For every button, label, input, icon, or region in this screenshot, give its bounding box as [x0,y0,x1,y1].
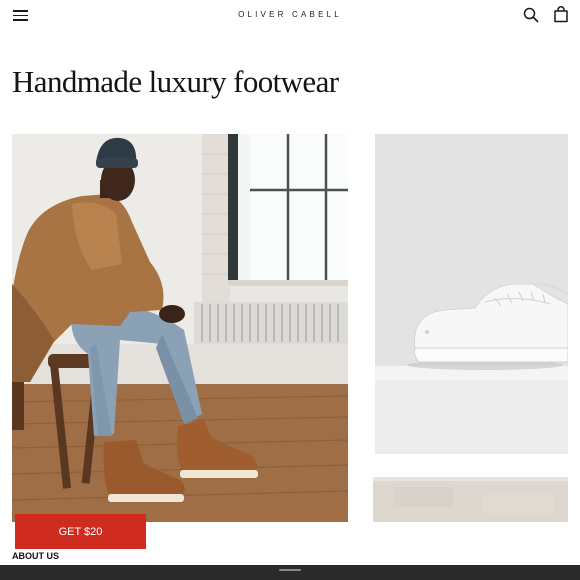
product-image[interactable] [375,134,568,454]
page-title: Handmade luxury footwear [12,64,339,99]
product-image[interactable] [373,477,568,522]
brand-logo[interactable]: OLIVER CABELL [0,10,580,19]
home-indicator[interactable] [279,569,301,571]
bottom-navigation-bar [0,565,580,580]
site-header: OLIVER CABELL [0,0,580,30]
about-us-link[interactable]: ABOUT US [12,551,59,561]
get-20-button[interactable]: GET $20 [15,514,146,549]
shopping-bag-icon[interactable] [553,6,569,23]
search-icon[interactable] [523,7,539,23]
hero-image[interactable] [12,134,348,522]
